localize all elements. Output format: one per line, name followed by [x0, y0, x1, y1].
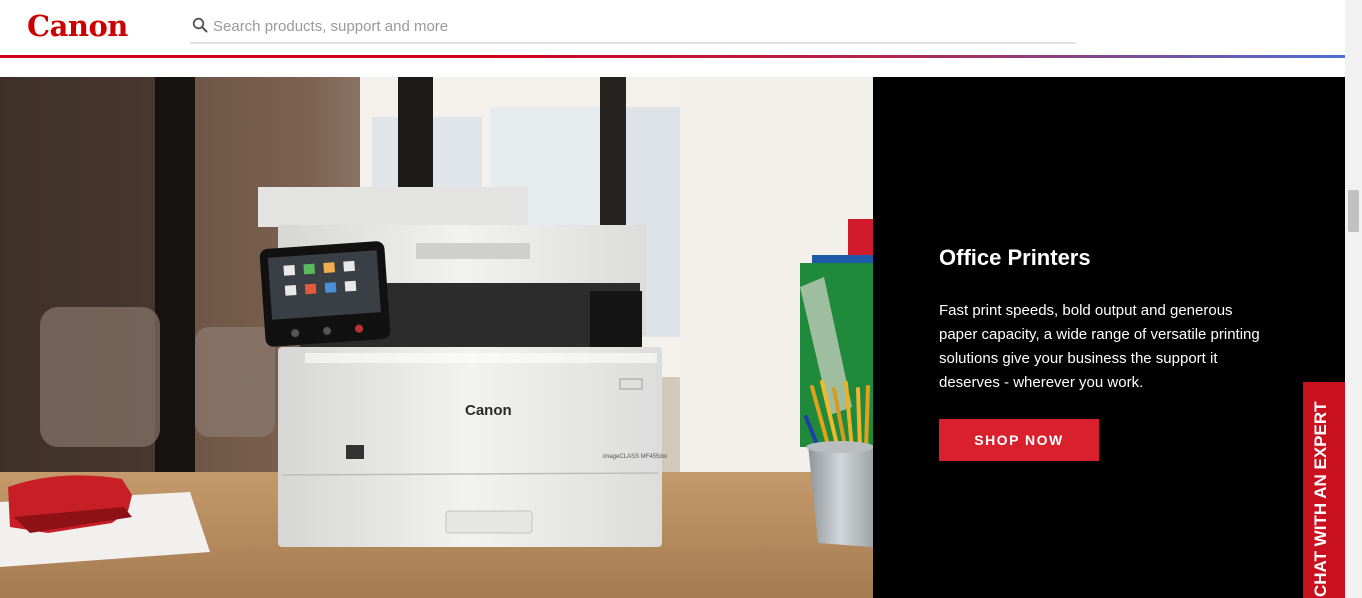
search-bar[interactable] [190, 8, 1076, 44]
printer-brand-label: Canon [465, 402, 512, 419]
search-icon[interactable] [192, 17, 208, 33]
hero-text-panel: Office Printers Fast print speeds, bold … [873, 77, 1345, 598]
search-input[interactable] [213, 11, 1063, 41]
canon-logo[interactable]: Canon [27, 9, 128, 43]
header-divider [0, 55, 1345, 58]
chat-with-expert-tab[interactable]: CHAT WITH AN EXPERT [1303, 382, 1345, 598]
chat-with-expert-label: CHAT WITH AN EXPERT [1311, 401, 1330, 598]
scrollbar-thumb[interactable] [1348, 190, 1359, 232]
page-scrollbar[interactable] [1345, 0, 1362, 598]
hero-title: Office Printers [939, 245, 1091, 270]
site-header: Canon [0, 0, 1345, 58]
printer-model-label: imageCLASS MF455dw [603, 454, 668, 460]
office-printer-photo: Canon imageCLASS MF455dw [0, 77, 873, 598]
hero-banner: Canon imageCLASS MF455dw Office Printers… [0, 77, 1345, 598]
hero-description: Fast print speeds, bold output and gener… [939, 302, 1260, 391]
shop-now-button[interactable]: SHOP NOW [939, 419, 1099, 461]
hero-image-office-printer: Canon imageCLASS MF455dw [0, 77, 873, 598]
